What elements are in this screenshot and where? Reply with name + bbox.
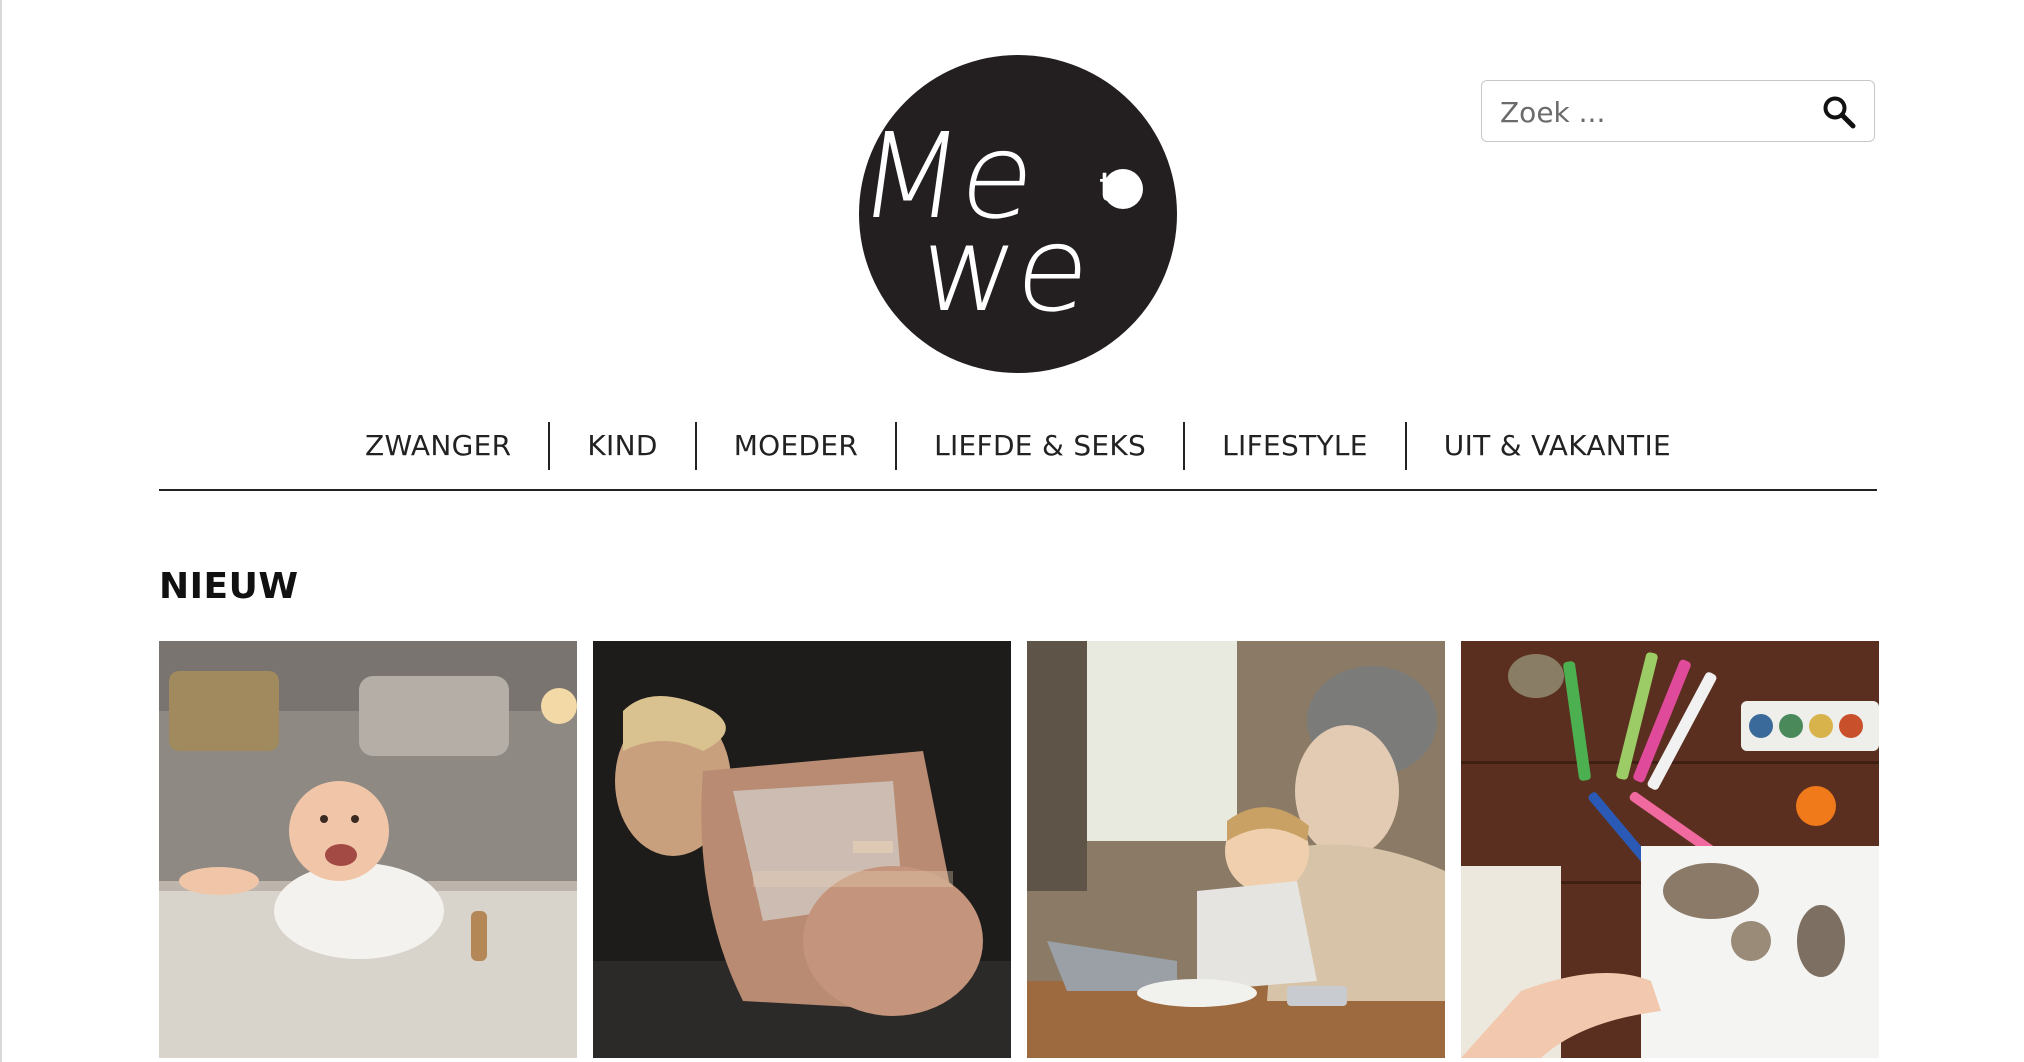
site-logo[interactable]: Me to we <box>859 55 1177 373</box>
section-title: NIEUW <box>159 566 299 607</box>
article-card-pregnant[interactable] <box>593 641 1011 1058</box>
baby-crawling-photo <box>159 641 577 1058</box>
main-nav: ZWANGER KIND MOEDER LIEFDE & SEKS LIFEST… <box>159 418 1877 474</box>
search-box <box>1481 80 1875 142</box>
craft-table-markers-photo <box>1461 641 1879 1058</box>
logo-text-to: to <box>1099 165 1139 211</box>
article-card-crafts[interactable] <box>1461 641 1879 1058</box>
pregnant-woman-resting-photo <box>593 641 1011 1058</box>
search-icon[interactable] <box>1822 95 1856 129</box>
nav-item-lifestyle[interactable]: LIFESTYLE <box>1183 422 1405 470</box>
nav-item-uit-vakantie[interactable]: UIT & VAKANTIE <box>1404 422 1708 470</box>
mother-child-laptop-photo <box>1027 641 1445 1058</box>
nav-item-liefde-seks[interactable]: LIEFDE & SEKS <box>895 422 1183 470</box>
logo-graphic: Me to we <box>859 55 1177 373</box>
logo-text-we: we <box>913 200 1097 338</box>
article-card-mother-child[interactable] <box>1027 641 1445 1058</box>
window-edge <box>0 0 2 1062</box>
search-input[interactable] <box>1498 91 1812 133</box>
article-card-baby[interactable] <box>159 641 577 1058</box>
nav-item-moeder[interactable]: MOEDER <box>694 422 895 470</box>
nav-item-kind[interactable]: KIND <box>548 422 694 470</box>
nav-item-zwanger[interactable]: ZWANGER <box>328 422 548 470</box>
nav-divider <box>159 489 1877 491</box>
article-grid <box>159 641 1879 1058</box>
